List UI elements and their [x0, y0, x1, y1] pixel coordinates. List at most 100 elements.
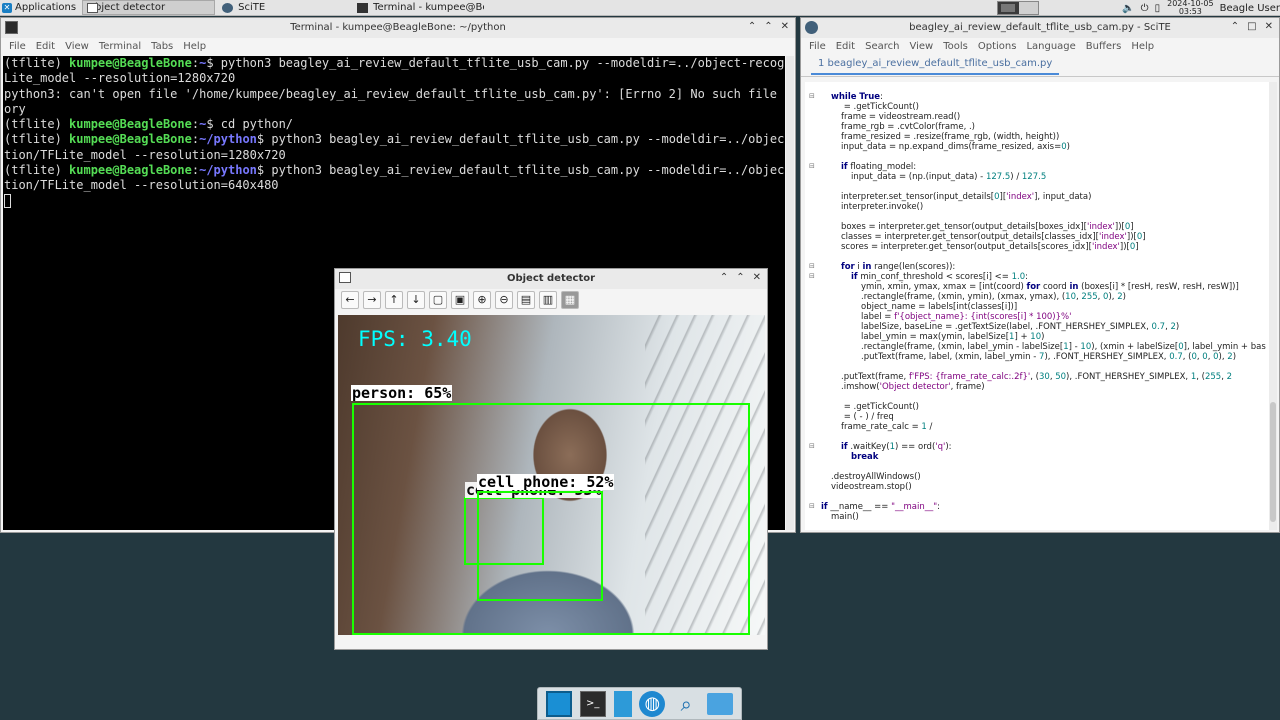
battery-icon[interactable]: ▯ — [1155, 3, 1161, 14]
fold-marker-icon[interactable]: ⊟ — [809, 442, 815, 450]
menu-language[interactable]: Language — [1026, 41, 1075, 52]
menu-help[interactable]: Help — [183, 41, 206, 52]
fold-marker-icon[interactable]: ⊟ — [809, 162, 815, 170]
app-finder-icon[interactable]: ⌕ — [673, 691, 699, 717]
menu-buffers[interactable]: Buffers — [1086, 41, 1122, 52]
pan-left-icon[interactable]: ← — [341, 291, 359, 309]
show-desktop-icon[interactable] — [545, 690, 572, 717]
fold-marker-icon[interactable]: ⊟ — [809, 502, 815, 510]
menu-view[interactable]: View — [909, 41, 933, 52]
properties-icon[interactable]: ▥ — [539, 291, 557, 309]
workspace-switcher[interactable] — [997, 1, 1040, 15]
menu-terminal[interactable]: Terminal — [99, 41, 141, 52]
menu-file[interactable]: File — [9, 41, 26, 52]
taskbar-terminal[interactable]: Terminal - kumpee@Be... — [352, 0, 485, 15]
menu-edit[interactable]: Edit — [836, 41, 855, 52]
scrollbar-thumb[interactable] — [1270, 402, 1276, 522]
user-menu[interactable]: Beagle User — [1220, 3, 1280, 14]
window-title: Object detector — [506, 273, 596, 284]
code-line: frame_rate_calc = 1 / — [841, 422, 936, 432]
minimize-icon[interactable]: ⌃ — [1231, 21, 1239, 32]
minimize-icon[interactable]: ⌃ — [720, 272, 728, 283]
web-browser-icon[interactable]: ◍ — [639, 690, 666, 717]
save-icon[interactable]: ▤ — [517, 291, 535, 309]
pan-right-icon[interactable]: → — [363, 291, 381, 309]
volume-icon[interactable]: 🔈 — [1122, 3, 1134, 14]
terminal-scrollbar[interactable] — [786, 56, 794, 530]
clock[interactable]: 2024-10-05 03:53 — [1167, 0, 1214, 16]
prompt-path: ~/python — [199, 132, 257, 147]
code-line: = .getTickCount() — [841, 102, 919, 112]
terminal-icon — [357, 2, 369, 13]
code-line: input_data = (np.(input_data) - 127.5) /… — [851, 172, 1047, 182]
close-icon[interactable]: ✕ — [1265, 21, 1273, 32]
menu-search[interactable]: Search — [865, 41, 899, 52]
menu-tools[interactable]: Tools — [943, 41, 968, 52]
code-line: break — [851, 452, 879, 462]
line-text: tion/TFLite_model --resolution=1280x720 — [4, 147, 286, 162]
terminal-titlebar[interactable]: Terminal - kumpee@BeagleBone: ~/python ⌃… — [1, 18, 795, 38]
prompt-user: kumpee@BeagleBone — [69, 132, 192, 147]
prompt-env: (tflite) — [4, 56, 70, 70]
code-line: labelSize, baseLine = .getTextSize(label… — [861, 322, 1180, 332]
fold-marker-icon[interactable]: ⊟ — [809, 92, 815, 100]
scite-titlebar[interactable]: beagley_ai_review_default_tflite_usb_cam… — [801, 18, 1279, 38]
detector-titlebar[interactable]: Object detector ⌃ ⌃ ✕ — [335, 269, 767, 289]
window-title: Terminal - kumpee@BeagleBone: ~/python — [290, 22, 506, 33]
folder-icon[interactable] — [707, 692, 734, 715]
pan-down-icon[interactable]: ↓ — [407, 291, 425, 309]
workspace-2[interactable] — [1019, 2, 1039, 14]
line-text: $ cd python/ — [206, 117, 294, 132]
settings-icon[interactable]: ▦ — [561, 291, 579, 309]
menu-tabs[interactable]: Tabs — [151, 41, 173, 52]
camera-frame: FPS: 3.40 person: 65% cell phone: 53% ce… — [338, 315, 765, 635]
menu-help[interactable]: Help — [1131, 41, 1154, 52]
scite-menubar: File Edit Search View Tools Options Lang… — [801, 38, 1279, 55]
applications-menu-button[interactable]: ✕ Applications — [0, 0, 80, 16]
zoom-in-icon[interactable]: ⊕ — [473, 291, 491, 309]
code-line: input_data = np.expand_dims(frame_resize… — [841, 142, 1070, 152]
code-line: interpreter.set_tensor(input_details[0][… — [841, 192, 1092, 202]
maximize-icon[interactable]: □ — [1247, 21, 1256, 32]
close-icon[interactable]: ✕ — [753, 272, 761, 283]
code-editor[interactable]: ⊟ while True: = .getTickCount() frame = vi… — [805, 82, 1269, 530]
file-manager-icon[interactable] — [613, 690, 632, 717]
menu-file[interactable]: File — [809, 41, 826, 52]
taskbar-object-detector[interactable]: Object detector — [82, 0, 216, 15]
prompt-user: kumpee@BeagleBone — [69, 56, 192, 70]
scite-window: beagley_ai_review_default_tflite_usb_cam… — [800, 17, 1280, 533]
maximize-icon[interactable]: ⌃ — [764, 21, 772, 32]
power-icon[interactable]: ⏻ — [1141, 3, 1149, 14]
line-text: $ python3 beagley_ai_review_default_tfli… — [256, 163, 785, 178]
cell-phone-bounding-box — [477, 491, 603, 601]
close-icon[interactable]: ✕ — [781, 21, 789, 32]
workspace-1[interactable] — [998, 2, 1020, 14]
taskbar-scite[interactable]: SciTE — [217, 0, 350, 15]
file-tab[interactable]: 1 beagley_ai_review_default_tflite_usb_c… — [811, 58, 1060, 75]
terminal-launcher-icon[interactable]: >_ — [579, 690, 606, 717]
editor-scrollbar[interactable] — [1269, 82, 1277, 530]
minimize-icon[interactable]: ⌃ — [748, 21, 756, 32]
code-line: boxes = interpreter.get_tensor(output_de… — [841, 222, 1134, 232]
zoom-fit-icon[interactable]: ▢ — [429, 291, 447, 309]
code-line: .putText(frame, label, (xmin, label_ymin… — [861, 352, 1237, 362]
terminal-menubar: File Edit View Terminal Tabs Help — [1, 38, 795, 55]
code-line: object_name = labels[int(classes[i])] — [861, 302, 1018, 312]
pan-up-icon[interactable]: ↑ — [385, 291, 403, 309]
fold-marker-icon[interactable]: ⊟ — [809, 262, 815, 270]
terminal-line: (tflite) kumpee@BeagleBone:~$ cd python/ — [4, 117, 294, 132]
menu-edit[interactable]: Edit — [36, 41, 55, 52]
zoom-original-icon[interactable]: ▣ — [451, 291, 469, 309]
menu-view[interactable]: View — [65, 41, 89, 52]
terminal-line: (tflite) kumpee@BeagleBone:~$ python3 be… — [4, 56, 785, 71]
code-line: label = f'{object_name}: {int(scores[i] … — [861, 312, 1072, 322]
terminal-line: (tflite) kumpee@BeagleBone:~/python$ pyt… — [4, 132, 785, 147]
code-line: main() — [831, 512, 859, 522]
menu-options[interactable]: Options — [978, 41, 1017, 52]
person-label: person: 65% — [351, 384, 453, 402]
fold-marker-icon[interactable]: ⊟ — [809, 272, 815, 280]
maximize-icon[interactable]: ⌃ — [736, 272, 744, 283]
zoom-out-icon[interactable]: ⊖ — [495, 291, 513, 309]
code-line: if .waitKey(1) == ord('q'): — [841, 442, 952, 452]
object-detector-window: Object detector ⌃ ⌃ ✕ ← → ↑ ↓ ▢ ▣ ⊕ ⊖ ▤ … — [334, 268, 768, 650]
